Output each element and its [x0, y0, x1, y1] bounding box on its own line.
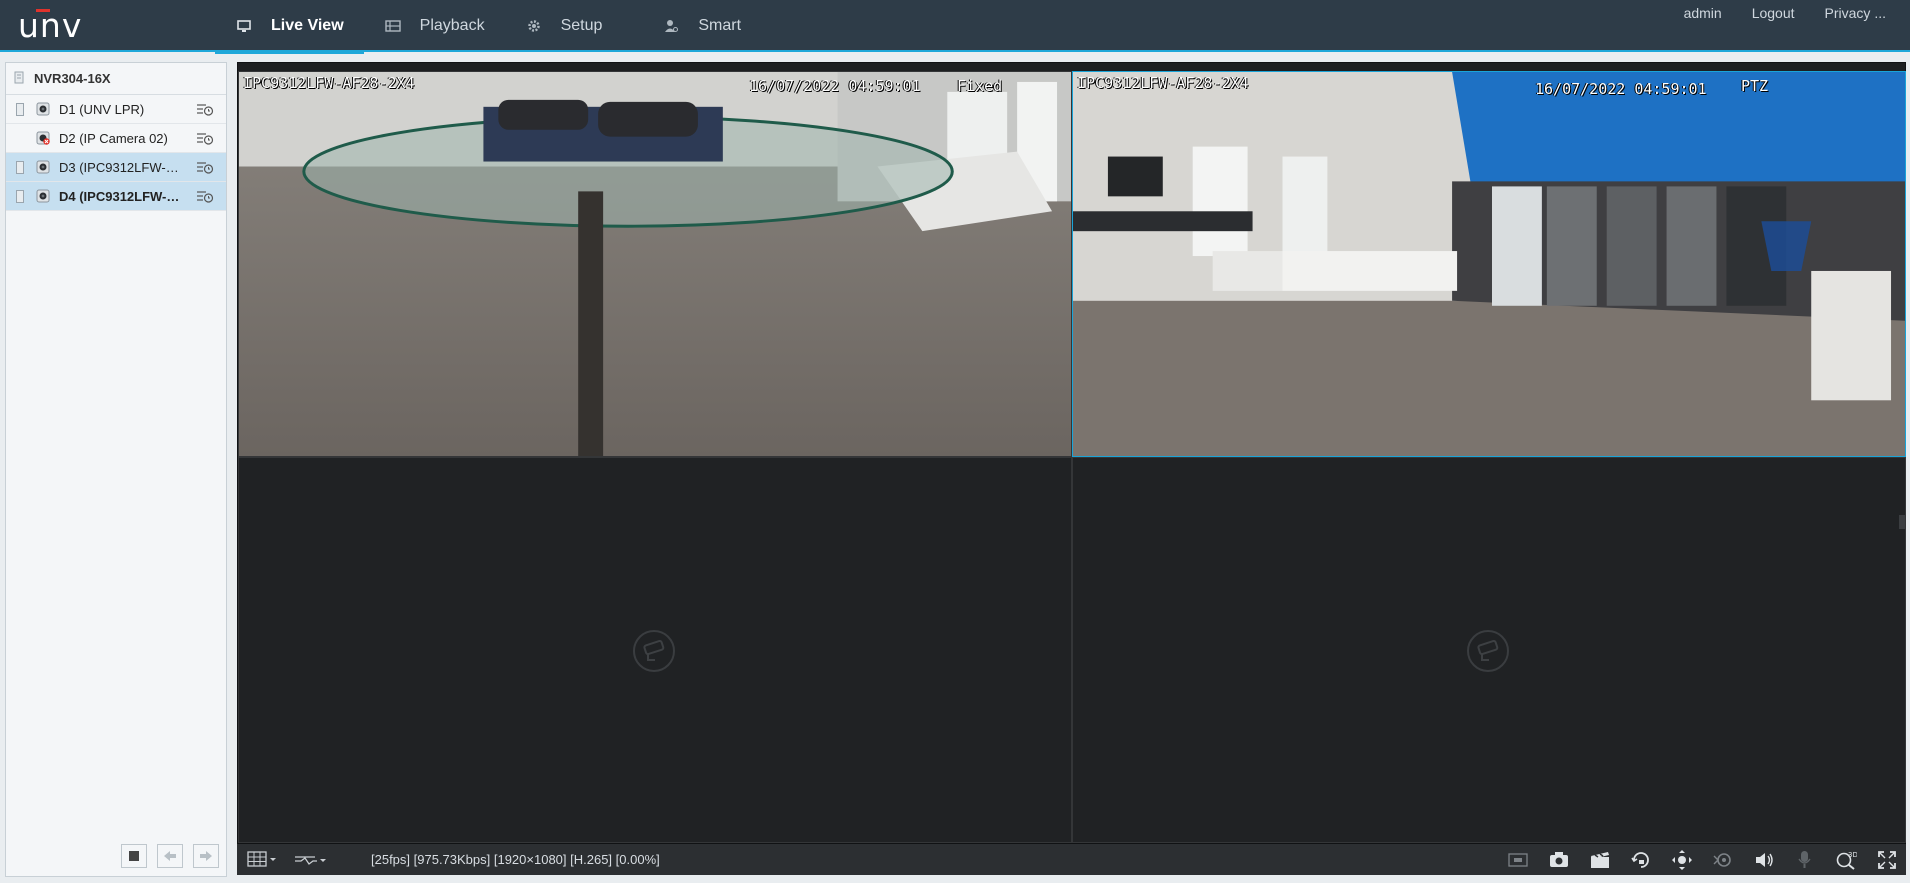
tree-root-label: NVR304-16X [34, 71, 111, 86]
stop-all-button[interactable] [121, 844, 147, 868]
playback-clock-icon[interactable] [196, 131, 214, 145]
stream-status-text: [25fps] [975.73Kbps] [1920×1080] [H.265]… [371, 852, 660, 867]
two-way-talk-button[interactable] [1792, 848, 1818, 872]
camera-online-icon [36, 160, 50, 174]
window-close-button[interactable] [1505, 848, 1531, 872]
camera-feed-image [239, 72, 1071, 456]
live-view-toolbar: [25fps] [975.73Kbps] [1920×1080] [H.265]… [237, 843, 1906, 875]
logout-link[interactable]: Logout [1752, 5, 1795, 21]
window-layout-button[interactable] [247, 848, 277, 872]
nav-smart-label: Smart [698, 17, 742, 34]
next-page-button[interactable] [193, 844, 219, 868]
logo-accent-bar [36, 9, 50, 12]
fisheye-icon [1713, 853, 1731, 867]
video-tile-2[interactable]: IPC9312LFW-AF28-2X4 16/07/2022 04:59:01 … [1072, 71, 1906, 457]
audio-button[interactable] [1751, 848, 1777, 872]
monitor-icon [235, 18, 253, 34]
digital-zoom-icon [1631, 852, 1649, 868]
camera-name-osd: IPC9312LFW-AF28-2X4 [1077, 74, 1249, 92]
digital-zoom-button[interactable] [1628, 848, 1654, 872]
channel-label: D3 (IPC9312LFW-AF28-2X4) [59, 160, 187, 175]
window-layout-icon [247, 851, 276, 867]
nav-live-view-label: Live View [271, 17, 344, 34]
svg-text:3D: 3D [1848, 851, 1857, 859]
timestamp-osd: 16/07/2022 04:59:01 [1535, 80, 1707, 98]
nav-setup-label: Setup [560, 17, 603, 34]
channel-checkbox[interactable] [16, 103, 24, 116]
camera-mode-osd: PTZ [1741, 77, 1769, 95]
talk-icon [1798, 851, 1811, 868]
stop-icon [129, 851, 139, 861]
no-video-camera-icon [1467, 630, 1509, 672]
snapshot-button[interactable] [1546, 848, 1572, 872]
video-tile-3[interactable] [238, 457, 1072, 843]
side-panel-handle[interactable] [1899, 515, 1905, 529]
window-layout-icon [1508, 853, 1528, 867]
ptz-control-button[interactable] [1669, 848, 1695, 872]
channel-item-d4[interactable]: D4 (IPC9312LFW-AF28-2X4) [6, 182, 226, 211]
no-video-camera-icon [633, 630, 675, 672]
channel-item-d1[interactable]: D1 (UNV LPR) [6, 95, 226, 124]
fullscreen-icon [1878, 851, 1896, 869]
channel-item-d3[interactable]: D3 (IPC9312LFW-AF28-2X4) [6, 153, 226, 182]
playback-icon [384, 18, 402, 34]
fisheye-button[interactable] [1710, 848, 1736, 872]
camera-mode-osd: Fixed [957, 77, 1003, 95]
smart-person-icon [662, 18, 680, 34]
local-record-button[interactable] [1587, 848, 1613, 872]
local-record-icon [1591, 852, 1609, 868]
previous-page-button[interactable] [157, 844, 183, 868]
username-link[interactable]: admin [1684, 5, 1722, 21]
stream-type-icon [295, 856, 326, 865]
gear-icon [525, 18, 543, 34]
audio-icon [1756, 853, 1773, 867]
main-nav: Live View Playback Setup Smart [215, 0, 761, 54]
camera-name-osd: IPC9312LFW-AF28-2X4 [243, 74, 415, 92]
nav-smart[interactable]: Smart [642, 0, 761, 52]
logo-text: unv [18, 6, 83, 45]
channel-checkbox[interactable] [16, 161, 24, 174]
privacy-link[interactable]: Privacy ... [1825, 5, 1886, 21]
nav-setup[interactable]: Setup [505, 0, 623, 52]
sidebar-footer [6, 836, 226, 876]
timestamp-osd: 16/07/2022 04:59:01 [749, 77, 921, 95]
video-tile-1[interactable]: IPC9312LFW-AF28-2X4 16/07/2022 04:59:01 … [238, 71, 1072, 457]
camera-feed-image [1073, 72, 1905, 456]
playback-clock-icon[interactable] [196, 160, 214, 174]
channel-item-d2[interactable]: D2 (IP Camera 02) [6, 124, 226, 153]
3d-zoom-icon: 3D [1836, 851, 1857, 870]
fullscreen-button[interactable] [1874, 848, 1900, 872]
channel-label: D4 (IPC9312LFW-AF28-2X4) [59, 189, 187, 204]
channel-label: D1 (UNV LPR) [59, 102, 145, 117]
playback-clock-icon[interactable] [196, 102, 214, 116]
video-tile-4[interactable] [1072, 457, 1906, 843]
device-tree-panel: NVR304-16X D1 (UNV LPR) D2 (IP Camera 02… [5, 62, 227, 877]
channel-label: D2 (IP Camera 02) [59, 131, 168, 146]
playback-clock-icon[interactable] [196, 189, 214, 203]
unv-logo: unv [18, 6, 88, 45]
nav-live-view[interactable]: Live View [215, 0, 364, 54]
camera-online-icon [36, 189, 50, 203]
snapshot-icon [1550, 852, 1568, 867]
live-view-grid: IPC9312LFW-AF28-2X4 16/07/2022 04:59:01 … [237, 62, 1906, 843]
arrow-right-icon [200, 851, 212, 861]
nav-playback-label: Playback [419, 17, 485, 34]
top-navigation-bar: unv Live View Playback Setup Smart admin… [0, 0, 1910, 54]
nvr-device-icon [14, 71, 24, 87]
channel-checkbox[interactable] [16, 190, 24, 203]
user-links: admin Logout Privacy ... [1684, 5, 1886, 21]
ptz-icon [1672, 850, 1692, 870]
tree-root-nvr[interactable]: NVR304-16X [6, 63, 226, 95]
nav-playback[interactable]: Playback [364, 0, 505, 52]
camera-offline-icon [36, 131, 50, 145]
3d-zoom-button[interactable]: 3D [1833, 848, 1859, 872]
arrow-left-icon [164, 851, 176, 861]
camera-online-icon [36, 102, 50, 116]
stream-type-button[interactable] [293, 848, 327, 872]
